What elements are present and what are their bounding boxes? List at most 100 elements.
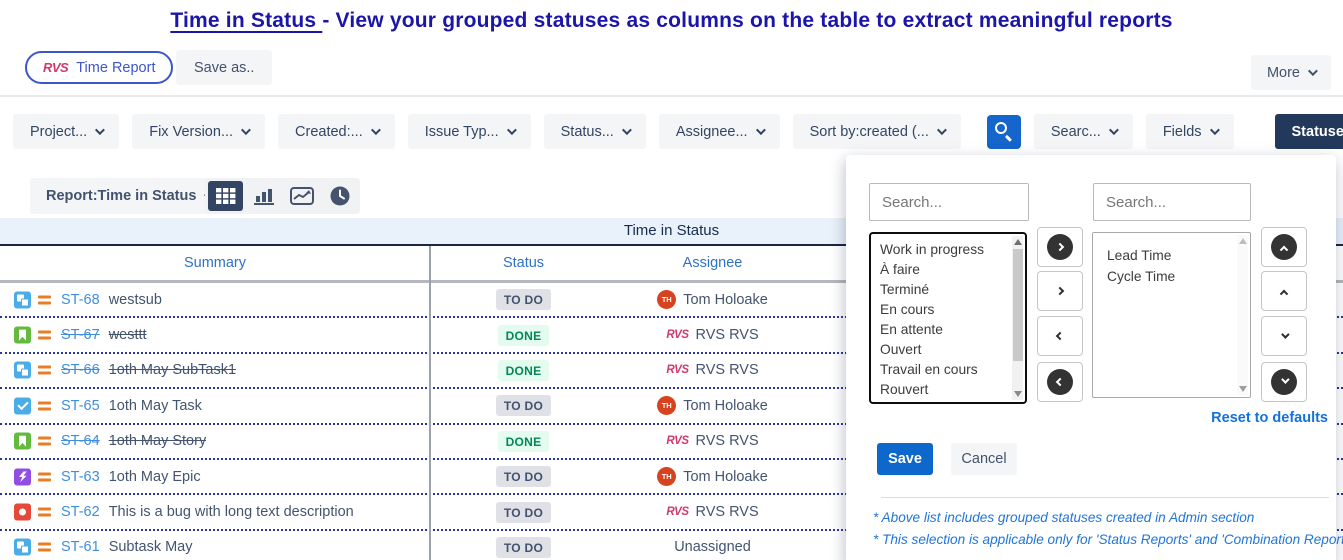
assignee-cell: RVS RVS RVS — [617, 425, 808, 458]
assignee-avatar: RVS — [666, 506, 688, 518]
move-all-left-button[interactable] — [1037, 362, 1083, 402]
reset-to-defaults-link[interactable]: Reset to defaults — [1211, 410, 1328, 426]
selected-status-option[interactable]: Lead Time — [1107, 246, 1236, 267]
assignee-avatar: TH — [657, 396, 676, 415]
assignee-name: Tom Holoake — [683, 292, 768, 308]
chevron-right-icon — [1056, 243, 1064, 251]
move-up-button[interactable] — [1261, 271, 1307, 311]
filter-fix-version[interactable]: Fix Version... — [132, 114, 265, 149]
move-to-bottom-button[interactable] — [1261, 362, 1307, 402]
time-report-button[interactable]: RVS Time Report — [25, 51, 173, 84]
move-left-button[interactable] — [1037, 316, 1083, 356]
move-to-top-button[interactable] — [1261, 227, 1307, 267]
page-title-report-name: Time in Status — [170, 9, 322, 32]
selected-statuses-search-input[interactable] — [1093, 183, 1251, 221]
chevron-left-icon — [1056, 332, 1064, 340]
priority-medium-icon — [38, 328, 51, 343]
selected-statuses-listbox[interactable]: Lead Time Cycle Time — [1092, 232, 1251, 398]
assignee-avatar: TH — [657, 467, 676, 486]
issue-key-link[interactable]: ST-62 — [61, 504, 100, 520]
subtask-type-icon — [14, 362, 31, 379]
filter-fields[interactable]: Fields — [1146, 114, 1234, 149]
clock-view-icon[interactable] — [322, 181, 357, 211]
status-badge: TO DO — [496, 502, 551, 523]
filter-statuses[interactable]: Statuses — [1275, 114, 1343, 149]
table-view-icon[interactable] — [208, 181, 243, 211]
story-type-icon — [14, 327, 31, 344]
status-option[interactable]: Ouvert — [880, 340, 1011, 360]
chevron-up-icon — [1280, 246, 1288, 254]
assignee-cell: RVS RVS RVS — [617, 354, 808, 387]
column-header-status[interactable]: Status — [430, 246, 617, 280]
chevron-down-icon — [756, 125, 766, 135]
assignee-avatar: RVS — [666, 435, 688, 447]
line-chart-view-icon[interactable] — [284, 181, 319, 211]
assignee-cell: RVS RVS RVS — [617, 318, 808, 351]
status-option[interactable]: En attente — [880, 320, 1011, 340]
scroll-down-icon[interactable] — [1014, 391, 1022, 397]
assignee-cell: Unassigned — [617, 531, 808, 560]
scroll-down-icon[interactable] — [1239, 386, 1247, 392]
more-button[interactable]: More — [1251, 55, 1331, 90]
chevron-down-icon — [507, 125, 517, 135]
status-option[interactable]: À faire — [880, 260, 1011, 280]
filter-project[interactable]: Project... — [13, 114, 119, 149]
status-option[interactable]: Work in progress — [880, 240, 1011, 260]
listbox-scrollbar[interactable] — [1237, 235, 1248, 395]
issue-key-link[interactable]: ST-65 — [61, 398, 100, 414]
issue-summary: 1oth May Story — [109, 433, 207, 449]
issue-key-link[interactable]: ST-66 — [61, 362, 100, 378]
listbox-scrollbar[interactable] — [1012, 236, 1023, 400]
chevron-down-icon — [1281, 330, 1289, 338]
scroll-up-icon[interactable] — [1014, 239, 1022, 245]
bar-chart-view-icon[interactable] — [246, 181, 281, 211]
move-right-button[interactable] — [1037, 271, 1083, 311]
statuses-dropdown-panel: Work in progress À faire Terminé En cour… — [846, 155, 1336, 560]
status-option[interactable]: En cours — [880, 300, 1011, 320]
move-down-button[interactable] — [1261, 316, 1307, 356]
column-header-summary[interactable]: Summary — [0, 246, 430, 280]
search-button[interactable] — [987, 115, 1021, 149]
chevron-down-icon — [1109, 125, 1119, 135]
cancel-button[interactable]: Cancel — [951, 443, 1017, 475]
status-badge: TO DO — [496, 537, 551, 558]
priority-medium-icon — [38, 363, 51, 378]
issue-key-link[interactable]: ST-68 — [61, 292, 100, 308]
issue-key-link[interactable]: ST-61 — [61, 539, 100, 555]
status-option[interactable]: Travail en cours — [880, 360, 1011, 380]
scrollbar-thumb[interactable] — [1013, 249, 1023, 361]
save-as-button[interactable]: Save as.. — [176, 50, 272, 85]
column-header-assignee[interactable]: Assignee — [617, 246, 808, 280]
selected-status-option[interactable]: Cycle Time — [1107, 267, 1236, 288]
issue-summary: 1oth May Task — [109, 398, 202, 414]
available-statuses-search-input[interactable] — [869, 183, 1029, 221]
chevron-down-icon — [95, 125, 105, 135]
priority-medium-icon — [38, 292, 51, 307]
filter-bar: Project... Fix Version... Created:... Is… — [0, 114, 1343, 149]
report-selector-button[interactable]: Report:Time in Status — [30, 178, 227, 214]
assignee-cell: TH Tom Holoake — [617, 460, 808, 493]
assignee-cell: RVS RVS RVS — [617, 495, 808, 528]
issue-key-link[interactable]: ST-63 — [61, 469, 100, 485]
assignee-name: RVS RVS — [696, 327, 759, 343]
status-option[interactable]: Terminé — [880, 280, 1011, 300]
filter-status[interactable]: Status... — [544, 114, 646, 149]
issue-summary: Subtask May — [109, 539, 193, 555]
status-option[interactable]: Rouvert — [880, 380, 1011, 400]
save-button[interactable]: Save — [877, 443, 933, 475]
view-switcher — [205, 178, 360, 214]
filter-sort-by[interactable]: Sort by:created (... — [793, 114, 961, 149]
filter-assignee[interactable]: Assignee... — [659, 114, 780, 149]
priority-medium-icon — [38, 505, 51, 520]
filter-created[interactable]: Created:... — [278, 114, 395, 149]
issue-summary: This is a bug with long text description — [109, 504, 354, 520]
story-type-icon — [14, 433, 31, 450]
scroll-up-icon[interactable] — [1239, 238, 1247, 244]
available-statuses-listbox[interactable]: Work in progress À faire Terminé En cour… — [869, 232, 1027, 404]
filter-search-dropdown[interactable]: Searc... — [1034, 114, 1133, 149]
issue-key-link[interactable]: ST-64 — [61, 433, 100, 449]
move-all-right-button[interactable] — [1037, 227, 1083, 267]
issue-key-link[interactable]: ST-67 — [61, 327, 100, 343]
filter-issue-type[interactable]: Issue Typ... — [408, 114, 531, 149]
assignee-name: Tom Holoake — [683, 398, 768, 414]
